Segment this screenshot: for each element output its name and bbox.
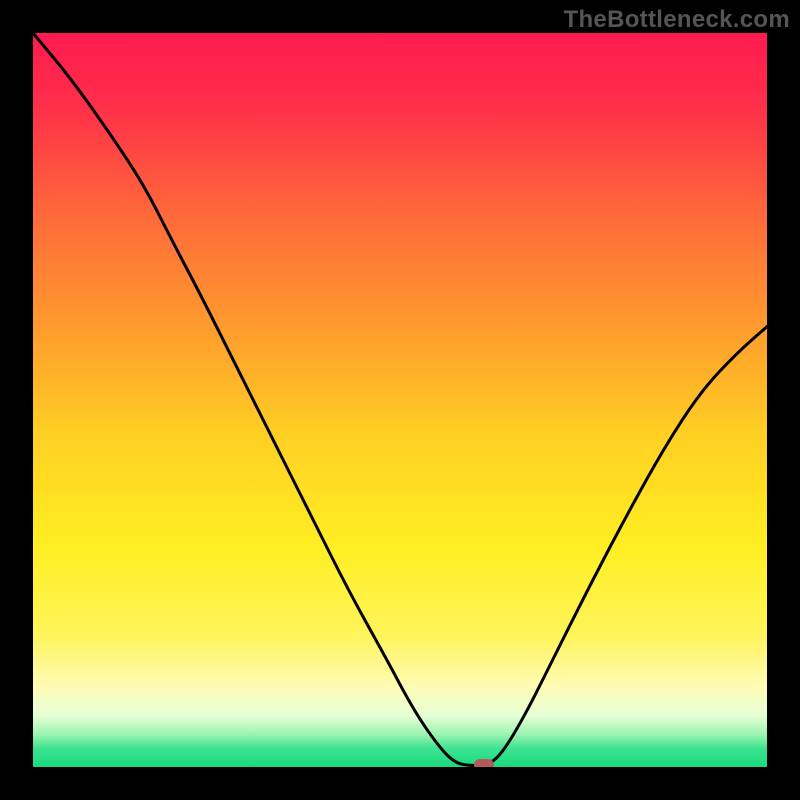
optimal-marker	[474, 759, 494, 767]
plot-svg	[33, 33, 767, 767]
gradient-background	[33, 33, 767, 767]
plot-area	[33, 33, 767, 767]
chart-frame: TheBottleneck.com	[0, 0, 800, 800]
watermark-text: TheBottleneck.com	[564, 6, 790, 34]
